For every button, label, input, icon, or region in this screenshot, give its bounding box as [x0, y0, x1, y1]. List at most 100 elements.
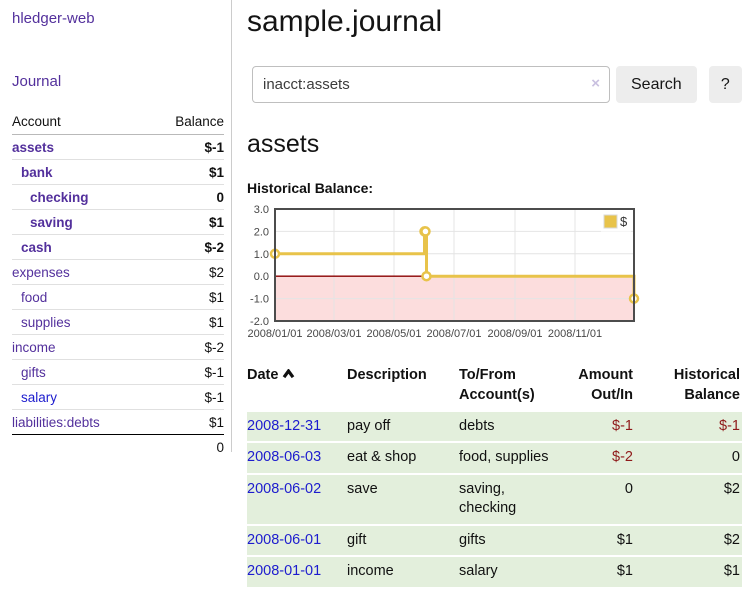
balance-chart-container: 3.0 2.0 1.0 0.0 -1.0 -2.02008/01/01 2008/03/01… [247, 201, 742, 351]
search-input[interactable] [252, 66, 610, 103]
account-link[interactable]: liabilities:debts [12, 415, 100, 430]
transaction-balance: $1 [639, 557, 742, 587]
svg-text:2008/09/01: 2008/09/01 [487, 328, 542, 340]
transaction-description: income [347, 557, 459, 587]
transaction-date-link[interactable]: 2008-06-03 [247, 449, 321, 465]
transaction-amount: $-2 [563, 443, 639, 473]
svg-text:-1.0: -1.0 [250, 294, 269, 306]
account-row: liabilities:debts $1 [12, 410, 224, 435]
sort-ascending-icon [282, 365, 295, 385]
account-row: assets $-1 [12, 135, 224, 160]
account-row: checking 0 [12, 185, 224, 210]
account-balance: $1 [148, 410, 224, 435]
transaction-amount: 0 [563, 475, 639, 524]
account-link[interactable]: saving [12, 215, 73, 230]
account-link[interactable]: income [12, 340, 56, 355]
account-link[interactable]: cash [12, 240, 52, 255]
svg-text:2008/03/01: 2008/03/01 [306, 328, 361, 340]
transaction-row: 2008-06-01 gift gifts $1 $2 [247, 526, 742, 556]
balance-column-header: Balance [148, 110, 224, 135]
search-button[interactable]: Search [616, 66, 697, 103]
account-row: gifts $-1 [12, 360, 224, 385]
svg-text:0.0: 0.0 [254, 271, 269, 283]
transaction-date-link[interactable]: 2008-12-31 [247, 418, 321, 434]
transaction-row: 2008-12-31 pay off debts $-1 $-1 [247, 412, 742, 442]
transaction-date-link[interactable]: 2008-06-01 [247, 532, 321, 548]
svg-text:3.0: 3.0 [254, 204, 269, 216]
account-balance: $-2 [148, 235, 224, 260]
sidebar: hledger-web Journal Account Balance asse… [0, 0, 232, 452]
account-balance: $1 [148, 210, 224, 235]
accounts-total-row: 0 [12, 435, 224, 460]
account-link[interactable]: checking [12, 190, 89, 205]
page-title: sample.journal [247, 4, 742, 40]
app-title-link[interactable]: hledger-web [12, 10, 224, 27]
svg-text:2.0: 2.0 [254, 226, 269, 238]
transaction-accounts: gifts [459, 526, 563, 556]
account-row: income $-2 [12, 335, 224, 360]
accounts-header-row: Account Balance [12, 110, 224, 135]
date-column-header[interactable]: Date [247, 363, 347, 410]
transaction-description: eat & shop [347, 443, 459, 473]
account-link[interactable]: supplies [12, 315, 71, 330]
account-balance: 0 [148, 185, 224, 210]
account-balance: $-2 [148, 335, 224, 360]
account-link[interactable]: food [12, 290, 47, 305]
balance-chart: 3.0 2.0 1.0 0.0 -1.0 -2.02008/01/01 2008/03/01… [247, 201, 707, 351]
transaction-amount: $1 [563, 557, 639, 587]
transaction-date-link[interactable]: 2008-01-01 [247, 563, 321, 579]
transaction-date-link[interactable]: 2008-06-02 [247, 481, 321, 497]
svg-text:2008/11/01: 2008/11/01 [548, 328, 602, 340]
svg-text:$: $ [620, 214, 628, 229]
account-row: cash $-2 [12, 235, 224, 260]
svg-text:2008/07/01: 2008/07/01 [426, 328, 481, 340]
spacer [12, 435, 148, 460]
transaction-accounts: debts [459, 412, 563, 442]
account-balance: $-1 [148, 360, 224, 385]
account-balance: $1 [148, 160, 224, 185]
account-column-header: To/From Account(s) [459, 363, 563, 410]
transaction-description: gift [347, 526, 459, 556]
account-row: supplies $1 [12, 310, 224, 335]
transaction-accounts: salary [459, 557, 563, 587]
svg-text:2008/01/01: 2008/01/01 [247, 328, 302, 340]
svg-text:-2.0: -2.0 [250, 316, 269, 328]
transaction-description: pay off [347, 412, 459, 442]
accounts-body: assets $-1 bank $1 checking 0 saving $1 … [12, 135, 224, 435]
account-column-header: Account [12, 110, 148, 135]
svg-text:1.0: 1.0 [254, 249, 269, 261]
account-link[interactable]: expenses [12, 265, 70, 280]
historical-balance-label: Historical Balance: [247, 180, 742, 196]
account-link[interactable]: salary [12, 390, 57, 405]
account-link[interactable]: gifts [12, 365, 46, 380]
clear-search-icon[interactable]: × [591, 75, 600, 93]
help-button[interactable]: ? [709, 66, 742, 103]
transaction-row: 2008-01-01 income salary $1 $1 [247, 557, 742, 587]
account-balance: $1 [148, 310, 224, 335]
amount-column-header: Amount Out/In [563, 363, 639, 410]
transaction-balance: $2 [639, 475, 742, 524]
register-header-row: Date Description To/From Account(s) Amou… [247, 363, 742, 410]
account-link[interactable]: assets [12, 140, 54, 155]
register-table: Date Description To/From Account(s) Amou… [247, 361, 742, 589]
search-form: × Search ? [247, 66, 742, 103]
main-content: sample.journal × Search ? assets Histori… [247, 0, 742, 589]
account-row: expenses $2 [12, 260, 224, 285]
transaction-balance: $2 [639, 526, 742, 556]
account-balance: $1 [148, 285, 224, 310]
description-column-header: Description [347, 363, 459, 410]
accounts-table: Account Balance assets $-1 bank $1 check… [12, 110, 224, 459]
transaction-amount: $1 [563, 526, 639, 556]
account-balance: $2 [148, 260, 224, 285]
transaction-accounts: food, supplies [459, 443, 563, 473]
account-link[interactable]: bank [12, 165, 53, 180]
transaction-accounts: saving, checking [459, 475, 563, 524]
transaction-description: save [347, 475, 459, 524]
account-heading: assets [247, 130, 742, 159]
balance-column-header: Historical Balance [639, 363, 742, 410]
sidebar-item-journal[interactable]: Journal [12, 73, 224, 90]
account-row: saving $1 [12, 210, 224, 235]
register-body: 2008-12-31 pay off debts $-1 $-1 2008-06… [247, 412, 742, 587]
transaction-row: 2008-06-02 save saving, checking 0 $2 [247, 475, 742, 524]
transaction-balance: $-1 [639, 412, 742, 442]
